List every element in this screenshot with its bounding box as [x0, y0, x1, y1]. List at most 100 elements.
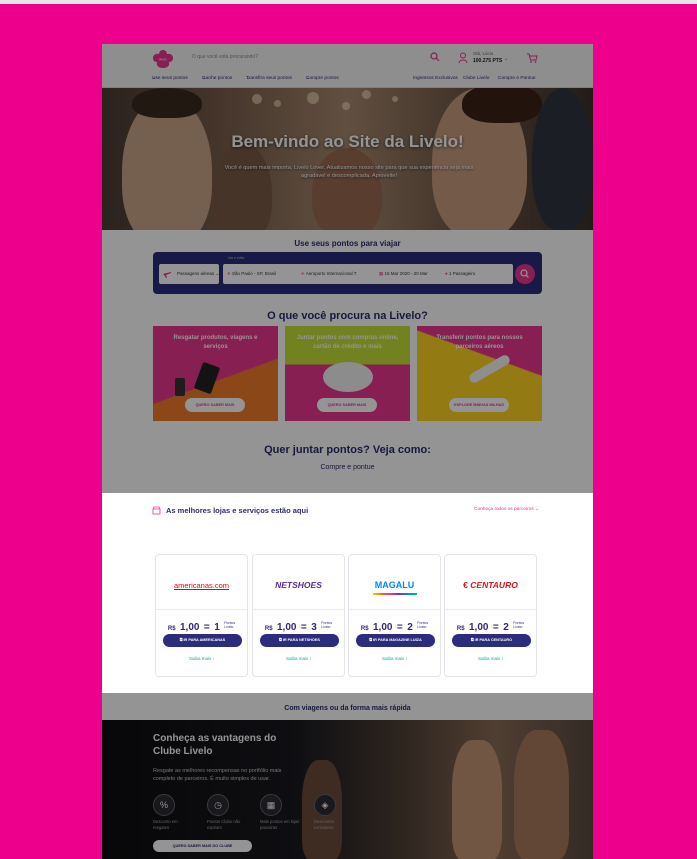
external-link-icon: ⧉ — [179, 638, 183, 642]
trip-type-select[interactable]: Passagens aéreas ⌄ — [159, 264, 219, 284]
card-redeem-text: Resgatar produtos, viagens e serviços — [173, 335, 258, 350]
card-transfer-button[interactable]: EXPLORE MINHAS MILHAS — [449, 398, 509, 412]
fast-travel-section: Com viagens ou da forma mais rápida — [102, 693, 593, 721]
benefit-label: Mais pontos em lojas parceiras — [260, 819, 300, 830]
main-nav: Use seus pontos ⌄ Ganhe pontos ⌄ Transfi… — [102, 76, 593, 86]
svg-text:livelo: livelo — [159, 58, 167, 62]
store-card-magalu: MAGALU R$ 1,00 = 2 Pontos Livelo ⧉ IR PAR… — [348, 554, 441, 677]
calendar-icon: ▦ — [379, 271, 384, 276]
window-top-strip — [0, 0, 697, 4]
nav-earn-points[interactable]: Ganhe pontos ⌄ — [202, 76, 232, 81]
external-link-icon: ⧉ — [470, 638, 474, 642]
landing-icon: ✈ — [301, 271, 305, 276]
card-redeem-button[interactable]: QUERO SABER MAIS — [185, 398, 245, 412]
netshoes-logo: NETSHOES — [275, 580, 322, 590]
card-transfer[interactable]: Transferir pontos para nossos parceiros … — [417, 326, 542, 421]
search-icon — [520, 269, 529, 278]
learn-more-link[interactable]: Saiba mais › — [253, 656, 344, 661]
go-to-store-button[interactable]: ⧉ IR PARA MAGAZINE LUIZA — [356, 634, 435, 647]
join-points-tab[interactable]: Compre e pontue — [102, 464, 593, 471]
divider — [349, 609, 440, 610]
travel-search-button[interactable] — [515, 264, 535, 284]
store-card-netshoes: NETSHOES R$ 1,00 = 3 Pontos Livelo ⧉ IR P… — [252, 554, 345, 677]
livelo-logo[interactable]: livelo — [152, 49, 174, 69]
store-rate: R$ 1,00 = 3 Pontos Livelo — [264, 621, 333, 633]
learn-more-link[interactable]: Saiba mais › — [349, 656, 440, 661]
cart-icon[interactable] — [526, 52, 538, 64]
americanas-logo: americanas.com — [173, 581, 230, 590]
card-earn-button[interactable]: QUERO SABER MAIS — [317, 398, 377, 412]
piggy-bank-image — [323, 362, 373, 392]
travel-fields: ✈ São Paulo - SP, Brasil ✈ Aeroporto Int… — [223, 264, 513, 284]
user-points: 100.275 PTS — [473, 58, 503, 64]
join-points-title: Quer juntar pontos? Veja como: — [264, 444, 431, 456]
plane-icon — [163, 272, 171, 278]
benefit-label: Desconto em resgates — [153, 819, 178, 830]
club-description: Resgate as melhores recompensas no portf… — [153, 768, 282, 782]
hero-subtitle: Você é quem mais importa, Livelo Lover. … — [224, 165, 474, 179]
store-rate: R$ 1,00 = 2 Pontos Livelo — [456, 621, 525, 633]
origin-field[interactable]: ✈ São Paulo - SP, Brasil — [227, 271, 276, 277]
destination-field[interactable]: ✈ Aeroporto Internacional T — [301, 271, 357, 277]
chevron-down-icon[interactable]: ⌄ — [504, 56, 508, 62]
hero-banner: Bem-vindo ao Site da Livelo! Você é quem… — [102, 88, 593, 230]
fast-travel-title: Com viagens ou da forma mais rápida — [284, 705, 411, 712]
nav-clube-livelo[interactable]: Clube Livelo — [463, 76, 489, 81]
search-icon[interactable] — [430, 52, 440, 62]
store-icon — [152, 506, 161, 515]
travel-search-section: Use seus pontos para viajar Passagens aé… — [102, 230, 593, 310]
benefit-label: Descontos exclusivos — [314, 819, 334, 830]
stores-section: As melhores lojas e serviços estão aqui … — [102, 493, 593, 693]
airplane-image — [467, 353, 512, 385]
external-link-icon: ⧉ — [279, 638, 282, 642]
go-to-store-button[interactable]: ⧉ IR PARA CENTAURO — [452, 634, 531, 647]
travel-title: Use seus pontos para viajar — [294, 239, 401, 248]
club-benefit-no-expire: ◷ Pontos Clube não expiram — [207, 794, 247, 830]
user-icon[interactable] — [458, 52, 468, 64]
stores-title: As melhores lojas e serviços estão aqui — [166, 506, 309, 515]
card-redeem[interactable]: Resgatar produtos, viagens e serviços QU… — [153, 326, 278, 421]
divider — [445, 609, 536, 610]
club-more-button[interactable]: QUERO SABER MAIS DO CLUBE — [153, 840, 252, 852]
passenger-icon: ● — [445, 271, 448, 276]
trip-mode-label: Ida e volta — [228, 256, 245, 260]
all-partners-link[interactable]: Conheça todos os parceiros ⌄ — [474, 507, 539, 512]
dates-field[interactable]: ▦ 15 Mar 2020 - 20 Mar — [379, 271, 428, 277]
tag-icon: ◈ — [314, 794, 336, 816]
club-benefit-more-points: ▦ Mais pontos em lojas parceiras — [260, 794, 300, 830]
store-card-centauro: € CENTAURO R$ 1,00 = 2 Pontos Livelo ⧉ IR… — [444, 554, 537, 677]
clube-livelo-banner: Conheça as vantagens do Clube Livelo Resg… — [102, 720, 593, 859]
looking-for-title: O que você procura na Livelo? — [267, 310, 428, 322]
user-greeting: Olá, Lúcio — [473, 51, 494, 56]
nav-exclusive-tickets[interactable]: Ingressos Exclusivos — [413, 76, 458, 81]
phone-image — [193, 361, 221, 395]
store-rate: R$ 1,00 = 1 Pontos Livelo — [167, 621, 236, 633]
divider — [156, 609, 247, 610]
card-earn-text: Juntar pontos com compras online, cartão… — [296, 335, 399, 350]
go-to-store-button[interactable]: ⧉ IR PARA AMERICANAS — [163, 634, 242, 647]
travel-search-bar: Passagens aéreas ⌄ Ida e volta ✈ São Pau… — [153, 252, 542, 294]
card-earn[interactable]: Juntar pontos com compras online, cartão… — [285, 326, 410, 421]
learn-more-link[interactable]: Saiba mais › — [156, 656, 247, 661]
club-photo-person-1 — [452, 740, 502, 859]
club-title: Conheça as vantagens do Clube Livelo — [153, 733, 277, 757]
go-to-store-button[interactable]: ⧉ IR PARA NETSHOES — [260, 634, 339, 647]
nav-buy-and-score[interactable]: Compre e Pontue — [498, 76, 536, 81]
benefit-label: Pontos Clube não expiram — [207, 819, 241, 830]
centauro-logo: € CENTAURO — [463, 580, 518, 590]
site-header: livelo O que você está procurando? Olá, … — [102, 44, 593, 88]
magalu-logo: MAGALU — [349, 575, 440, 595]
passengers-field[interactable]: ● 1 Passageiro — [445, 271, 475, 276]
looking-for-section: O que você procura na Livelo? Resgatar p… — [102, 310, 593, 492]
clock-icon: ◷ — [207, 794, 229, 816]
hero-title: Bem-vindo ao Site da Livelo! — [231, 132, 464, 151]
learn-more-link[interactable]: Saiba mais › — [445, 656, 536, 661]
club-benefit-exclusive: ◈ Descontos exclusivos — [314, 794, 354, 830]
nav-transfer-points[interactable]: Transfira seus pontos ⌄ — [246, 76, 292, 81]
store-rate: R$ 1,00 = 2 Pontos Livelo — [360, 621, 429, 633]
nav-buy-points[interactable]: Compre pontos ⌄ — [306, 76, 339, 81]
nav-use-points[interactable]: Use seus pontos ⌄ — [152, 76, 188, 81]
speaker-image — [175, 378, 185, 396]
search-input[interactable]: O que você está procurando? — [192, 54, 258, 60]
club-benefit-discount: % Desconto em resgates — [153, 794, 193, 830]
